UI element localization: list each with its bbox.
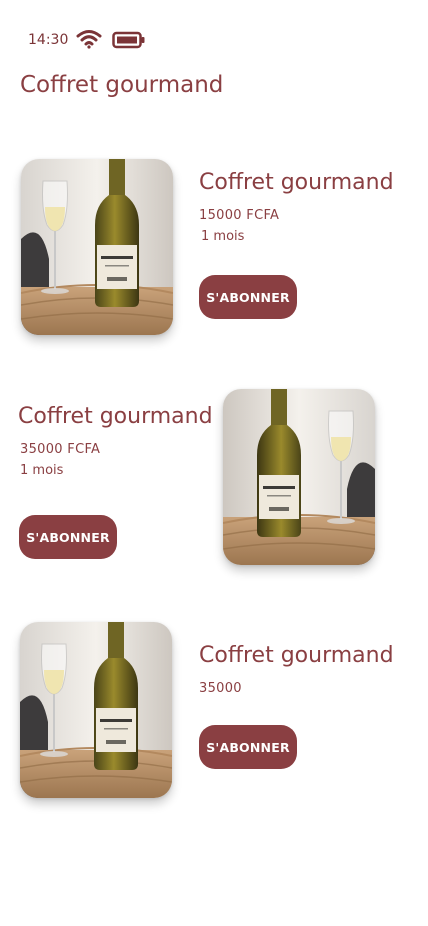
product-card-3: Coffret gourmand 35000 S'ABONNER — [0, 621, 428, 811]
product-image — [223, 389, 375, 565]
status-bar: 14:30 — [28, 28, 228, 52]
product-info: Coffret gourmand 35000 FCFA 1 mois — [18, 404, 213, 478]
status-time: 14:30 — [28, 32, 69, 48]
product-name: Coffret gourmand — [199, 170, 394, 195]
subscribe-button[interactable]: S'ABONNER — [199, 725, 297, 769]
subscribe-button[interactable]: S'ABONNER — [19, 515, 117, 559]
product-card-1: Coffret gourmand 15000 FCFA 1 mois S'ABO… — [0, 158, 428, 348]
product-duration: 1 mois — [20, 463, 64, 478]
product-name: Coffret gourmand — [18, 404, 213, 429]
product-info: Coffret gourmand 35000 — [199, 643, 394, 696]
subscribe-button[interactable]: S'ABONNER — [199, 275, 297, 319]
battery-icon — [112, 31, 146, 53]
product-info: Coffret gourmand 15000 FCFA 1 mois — [199, 170, 394, 244]
product-image — [20, 622, 172, 798]
product-duration: 1 mois — [201, 229, 245, 244]
wifi-icon — [76, 29, 102, 53]
product-name: Coffret gourmand — [199, 643, 394, 668]
product-price: 15000 FCFA — [199, 208, 280, 223]
product-price: 35000 — [199, 681, 242, 696]
page-title: Coffret gourmand — [20, 72, 224, 98]
product-price: 35000 FCFA — [20, 442, 101, 457]
product-card-2: Coffret gourmand 35000 FCFA 1 mois S'ABO… — [0, 388, 428, 578]
product-image — [21, 159, 173, 335]
